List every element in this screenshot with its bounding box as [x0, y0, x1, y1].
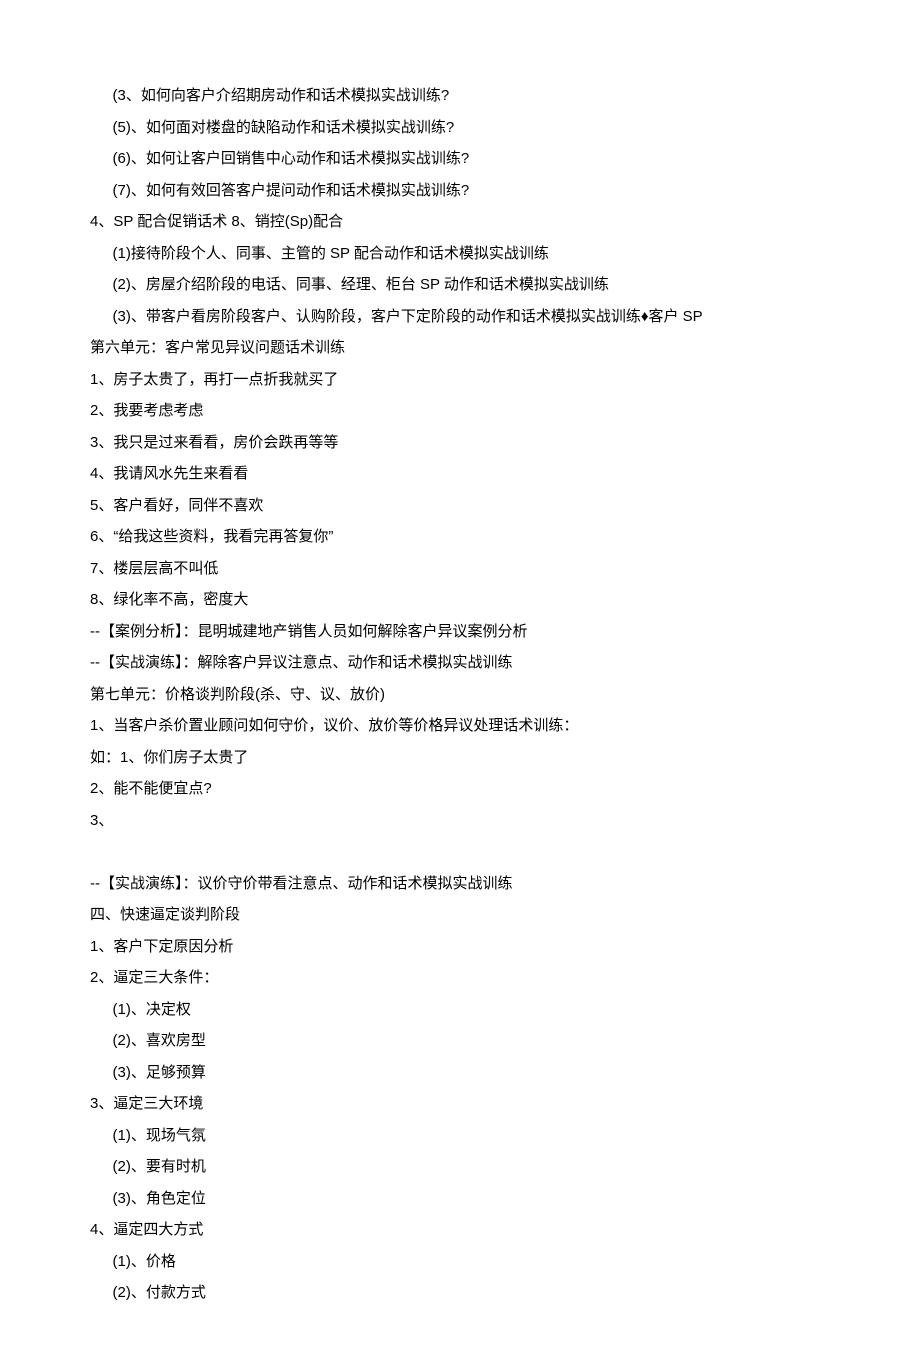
text-line: 7、楼层层高不叫低: [90, 553, 830, 585]
text-line: [90, 836, 830, 868]
text-line: 如：1、你们房子太贵了: [90, 742, 830, 774]
text-line: 6、“给我这些资料，我看完再答复你”: [90, 521, 830, 553]
text-line: (5)、如何面对楼盘的缺陷动作和话术模拟实战训练?: [90, 112, 830, 144]
text-line: 8、绿化率不高，密度大: [90, 584, 830, 616]
text-line: 5、客户看好，同伴不喜欢: [90, 490, 830, 522]
text-line: 4、逼定四大方式: [90, 1214, 830, 1246]
text-line: (6)、如何让客户回销售中心动作和话术模拟实战训练?: [90, 143, 830, 175]
text-line: 2、能不能便宜点?: [90, 773, 830, 805]
text-line: (3)、角色定位: [90, 1183, 830, 1215]
text-line: 4、我请风水先生来看看: [90, 458, 830, 490]
text-line: (1)接待阶段个人、同事、主管的 SP 配合动作和话术模拟实战训练: [90, 238, 830, 270]
text-line: 2、我要考虑考虑: [90, 395, 830, 427]
text-line: (7)、如何有效回答客户提问动作和话术模拟实战训练?: [90, 175, 830, 207]
text-line: (1)、决定权: [90, 994, 830, 1026]
text-line: 4、SP 配合促销话术 8、销控(Sp)配合: [90, 206, 830, 238]
text-line: 2、逼定三大条件：: [90, 962, 830, 994]
text-line: (2)、要有时机: [90, 1151, 830, 1183]
text-line: (3、如何向客户介绍期房动作和话术模拟实战训练?: [90, 80, 830, 112]
text-line: (1)、现场气氛: [90, 1120, 830, 1152]
text-line: (2)、喜欢房型: [90, 1025, 830, 1057]
text-line: 3、我只是过来看看，房价会跌再等等: [90, 427, 830, 459]
text-line: --【案例分析】：昆明城建地产销售人员如何解除客户异议案例分析: [90, 616, 830, 648]
text-line: 第七单元：价格谈判阶段(杀、守、议、放价): [90, 679, 830, 711]
text-line: (1)、价格: [90, 1246, 830, 1278]
text-line: --【实战演练】：解除客户异议注意点、动作和话术模拟实战训练: [90, 647, 830, 679]
text-line: 3、: [90, 805, 830, 837]
text-line: (2)、付款方式: [90, 1277, 830, 1309]
text-line: 第六单元：客户常见异议问题话术训练: [90, 332, 830, 364]
text-line: 1、当客户杀价置业顾问如何守价，议价、放价等价格异议处理话术训练：: [90, 710, 830, 742]
text-line: (3)、带客户看房阶段客户、认购阶段，客户下定阶段的动作和话术模拟实战训练♦客户…: [90, 301, 830, 333]
text-line: --【实战演练】：议价守价带看注意点、动作和话术模拟实战训练: [90, 868, 830, 900]
text-line: (3)、足够预算: [90, 1057, 830, 1089]
text-line: 3、逼定三大环境: [90, 1088, 830, 1120]
text-line: 四、快速逼定谈判阶段: [90, 899, 830, 931]
document-body: (3、如何向客户介绍期房动作和话术模拟实战训练?(5)、如何面对楼盘的缺陷动作和…: [90, 80, 830, 1309]
text-line: 1、客户下定原因分析: [90, 931, 830, 963]
text-line: (2)、房屋介绍阶段的电话、同事、经理、柜台 SP 动作和话术模拟实战训练: [90, 269, 830, 301]
text-line: 1、房子太贵了，再打一点折我就买了: [90, 364, 830, 396]
